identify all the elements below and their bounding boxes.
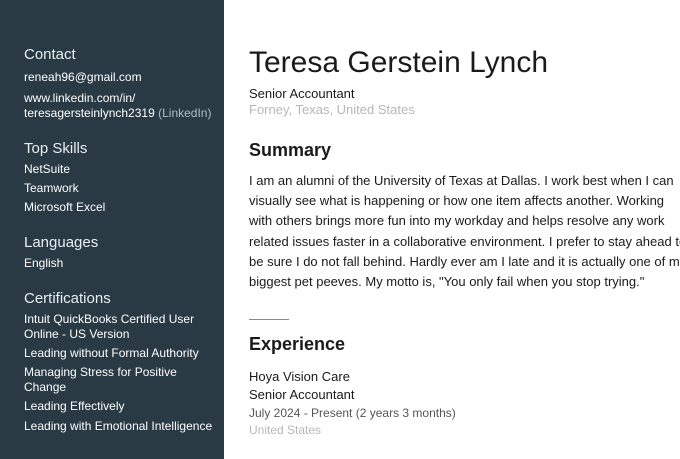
skills-list: NetSuite Teamwork Microsoft Excel [24, 162, 224, 215]
certifications-heading: Certifications [24, 290, 111, 307]
skill-item: Teamwork [24, 181, 79, 195]
language-item: English [24, 256, 64, 270]
experience-company: Hoya Vision Care [249, 369, 350, 385]
skill-item: Microsoft Excel [24, 200, 106, 214]
profile-location: Forney, Texas, United States [249, 102, 415, 117]
certification-item: Leading without Formal Authority [24, 346, 199, 360]
profile-name: Teresa Gerstein Lynch [249, 46, 549, 79]
experience-role: Senior Accountant [249, 387, 355, 403]
certification-item: Leading Effectively [24, 399, 125, 413]
email-link[interactable]: reneah96@gmail.com [24, 70, 224, 85]
certification-item: Intuit QuickBooks Certified User Online … [24, 312, 195, 341]
sidebar: Contact reneah96@gmail.com www.linkedin.… [0, 0, 224, 459]
linkedin-url-line1: www.linkedin.com/in/ [24, 91, 136, 105]
certification-item: Managing Stress for Positive Change [24, 365, 177, 394]
profile-title: Senior Accountant [249, 86, 355, 101]
experience-location: United States [249, 423, 322, 438]
linkedin-label: (LinkedIn) [158, 106, 212, 120]
skill-item: NetSuite [24, 162, 71, 176]
languages-heading: Languages [24, 234, 99, 251]
certifications-list: Intuit QuickBooks Certified User Online … [24, 312, 214, 434]
experience-entry: Hoya Vision Care Senior Accountant July … [249, 368, 680, 438]
contact-heading: Contact [24, 46, 76, 63]
main-content: Teresa Gerstein Lynch Senior Accountant … [224, 0, 680, 459]
section-divider [249, 319, 289, 321]
skills-heading: Top Skills [24, 140, 88, 157]
summary-text: I am an alumni of the University of Texa… [249, 173, 680, 290]
certification-item: Leading with Emotional Intelligence [24, 419, 213, 433]
linkedin-url-line2: teresagersteinlynch2319 [24, 106, 155, 120]
summary-heading: Summary [249, 140, 332, 160]
experience-dates: July 2024 - Present (2 years 3 months) [249, 406, 456, 421]
resume-page: Contact reneah96@gmail.com www.linkedin.… [0, 0, 680, 459]
linkedin-link[interactable]: www.linkedin.com/in/ teresagersteinlynch… [24, 91, 224, 121]
experience-heading: Experience [249, 334, 346, 355]
